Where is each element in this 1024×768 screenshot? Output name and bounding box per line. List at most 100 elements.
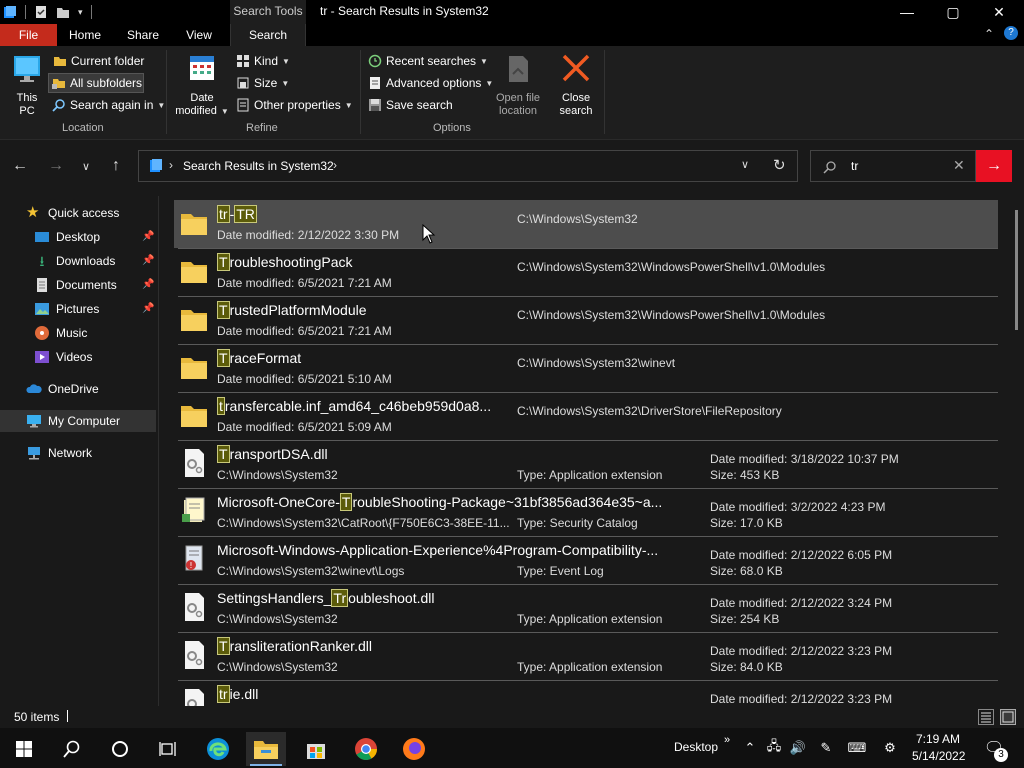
tab-file[interactable]: File: [0, 24, 57, 46]
tab-search[interactable]: Search: [230, 24, 306, 46]
file-date-modified: Date modified: 3/2/2022 4:23 PM: [710, 500, 886, 514]
size-button[interactable]: Size ▼: [236, 73, 289, 93]
close-search-icon: [562, 54, 590, 82]
up-button[interactable]: ↑: [102, 152, 130, 180]
file-path: C:\Windows\System32\CatRoot\{F750E6C3-38…: [217, 516, 510, 530]
pin-icon[interactable]: 📌: [142, 255, 154, 267]
open-file-location-button[interactable]: Open file location: [492, 52, 544, 118]
nav-music[interactable]: Music: [0, 322, 156, 344]
list-item[interactable]: TrustedPlatformModule Date modified: 6/5…: [174, 296, 998, 344]
refresh-icon[interactable]: ↻: [773, 156, 786, 174]
this-pc-button[interactable]: This PC: [8, 52, 46, 118]
store-taskbar-button[interactable]: [296, 732, 336, 766]
vertical-scrollbar[interactable]: [1014, 196, 1024, 706]
list-item[interactable]: tr ie.dll Date modified: 2/12/2022 3:23 P…: [174, 680, 998, 706]
list-item[interactable]: TransliterationRanker.dll C:\Windows\Sys…: [174, 632, 998, 680]
nav-videos[interactable]: Videos: [0, 346, 156, 368]
keyboard-icon[interactable]: ⌨: [846, 740, 868, 756]
nav-network[interactable]: Network: [0, 442, 156, 464]
file-explorer-taskbar-button[interactable]: [246, 732, 286, 766]
new-folder-icon[interactable]: [56, 5, 70, 19]
clock-date[interactable]: 5/14/2022: [912, 749, 965, 763]
forward-button[interactable]: →: [42, 152, 70, 180]
nav-quick-access[interactable]: ★ Quick access: [0, 202, 156, 224]
help-icon[interactable]: ?: [1004, 26, 1018, 40]
scrollbar-thumb[interactable]: [1015, 210, 1018, 330]
address-history-chevron-icon[interactable]: ∨: [741, 158, 749, 171]
chrome-taskbar-button[interactable]: [346, 732, 386, 766]
recent-searches-button[interactable]: Recent searches ▼: [368, 51, 488, 71]
file-name-part: rustedPlatformModule: [229, 302, 367, 318]
list-item[interactable]: SettingsHandlers_ Tr oubleshoot.dll C:\Win…: [174, 584, 998, 632]
tab-share[interactable]: Share: [118, 24, 168, 46]
list-item[interactable]: tr - TR Date modified: 2/12/2022 3:30 PM C…: [174, 200, 998, 248]
pin-icon[interactable]: 📌: [142, 279, 154, 291]
advanced-options-button[interactable]: Advanced options ▼: [368, 73, 493, 93]
properties-icon[interactable]: [34, 5, 48, 19]
explorer-app-icon[interactable]: [3, 5, 17, 19]
toolbar-expand-icon[interactable]: »: [724, 734, 730, 746]
close-search-button[interactable]: Close search: [554, 52, 598, 118]
pen-icon[interactable]: ✎: [818, 740, 834, 756]
clear-search-icon[interactable]: ✕: [953, 157, 965, 174]
close-window-button[interactable]: ✕: [976, 0, 1022, 24]
search-input[interactable]: tr: [851, 159, 858, 173]
tab-view[interactable]: View: [176, 24, 222, 46]
details-view-button[interactable]: [978, 709, 994, 725]
maximize-button[interactable]: ▢: [930, 0, 976, 24]
nav-desktop[interactable]: Desktop 📌: [0, 226, 156, 248]
list-item[interactable]: ! Microsoft-Windows-Application-Experien…: [174, 536, 998, 584]
recent-locations-button[interactable]: ∨: [72, 152, 100, 180]
list-item[interactable]: TroubleshootingPack Date modified: 6/5/2…: [174, 248, 998, 296]
current-folder-button[interactable]: Current folder: [50, 51, 147, 71]
taskbar: Desktop » ⌃ 🖧 🔊 ✎ ⌨ ⚙ 7:19 AM 5/14/2022 …: [0, 728, 1024, 768]
edge-taskbar-button[interactable]: [198, 732, 238, 766]
show-hidden-icons[interactable]: ⌃: [742, 740, 758, 756]
save-search-button[interactable]: Save search: [368, 95, 453, 115]
list-item[interactable]: Microsoft-OneCore- TroubleShooting-Packag…: [174, 488, 998, 536]
file-name-part: raceFormat: [229, 350, 302, 366]
network-tray-icon[interactable]: 🖧: [766, 738, 782, 756]
minimize-button[interactable]: —: [884, 0, 930, 24]
nav-onedrive[interactable]: OneDrive: [0, 378, 156, 400]
clock-time[interactable]: 7:19 AM: [916, 732, 960, 746]
volume-icon[interactable]: 🔊: [790, 740, 806, 756]
other-properties-button[interactable]: Other properties ▼: [236, 95, 353, 115]
address-bar[interactable]: › Search Results in System32 › ∨ ↻: [138, 150, 798, 182]
breadcrumb-separator-icon[interactable]: ›: [333, 158, 337, 172]
tab-home[interactable]: Home: [60, 24, 110, 46]
pin-icon[interactable]: 📌: [142, 231, 154, 243]
file-name: t ransfercable.inf_amd64_c46beb959d0a8...: [217, 397, 491, 415]
qat-customize-icon[interactable]: ▾: [78, 7, 83, 18]
nav-documents[interactable]: Documents 📌: [0, 274, 156, 296]
start-button[interactable]: [4, 732, 44, 766]
list-item[interactable]: t ransfercable.inf_amd64_c46beb959d0a8...…: [174, 392, 998, 440]
firefox-taskbar-button[interactable]: [394, 732, 434, 766]
taskbar-search-button[interactable]: [52, 732, 92, 766]
back-button[interactable]: ←: [6, 152, 34, 180]
desktop-toolbar-label[interactable]: Desktop: [674, 740, 718, 754]
collapse-ribbon-icon[interactable]: ⌃: [984, 27, 994, 41]
star-icon: ★: [26, 204, 40, 221]
pin-icon[interactable]: 📌: [142, 303, 154, 315]
nav-my-computer[interactable]: My Computer: [0, 410, 156, 432]
list-item[interactable]: TransportDSA.dll C:\Windows\System32 Typ…: [174, 440, 998, 488]
nav-downloads[interactable]: ⭳ Downloads 📌: [0, 250, 156, 272]
search-box[interactable]: tr ✕: [810, 150, 976, 182]
arrow-up-icon: ↑: [112, 157, 120, 174]
search-icon: [823, 161, 836, 174]
search-again-button[interactable]: Search again in ▼: [52, 95, 165, 115]
cortana-button[interactable]: [100, 732, 140, 766]
settings-gear-icon[interactable]: ⚙: [882, 740, 898, 756]
nav-pictures[interactable]: Pictures 📌: [0, 298, 156, 320]
breadcrumb-search-results[interactable]: Search Results in System32: [183, 159, 334, 173]
all-subfolders-button[interactable]: All subfolders: [48, 73, 144, 93]
file-name-part: ie.dll: [229, 686, 259, 702]
date-modified-button[interactable]: Date modified ▼: [172, 52, 232, 118]
search-go-button[interactable]: →: [976, 150, 1012, 182]
kind-button[interactable]: Kind ▼: [236, 51, 290, 71]
pane-divider[interactable]: [158, 196, 159, 706]
task-view-button[interactable]: [148, 732, 188, 766]
large-icons-view-button[interactable]: [1000, 709, 1016, 725]
list-item[interactable]: TraceFormat Date modified: 6/5/2021 5:10…: [174, 344, 998, 392]
